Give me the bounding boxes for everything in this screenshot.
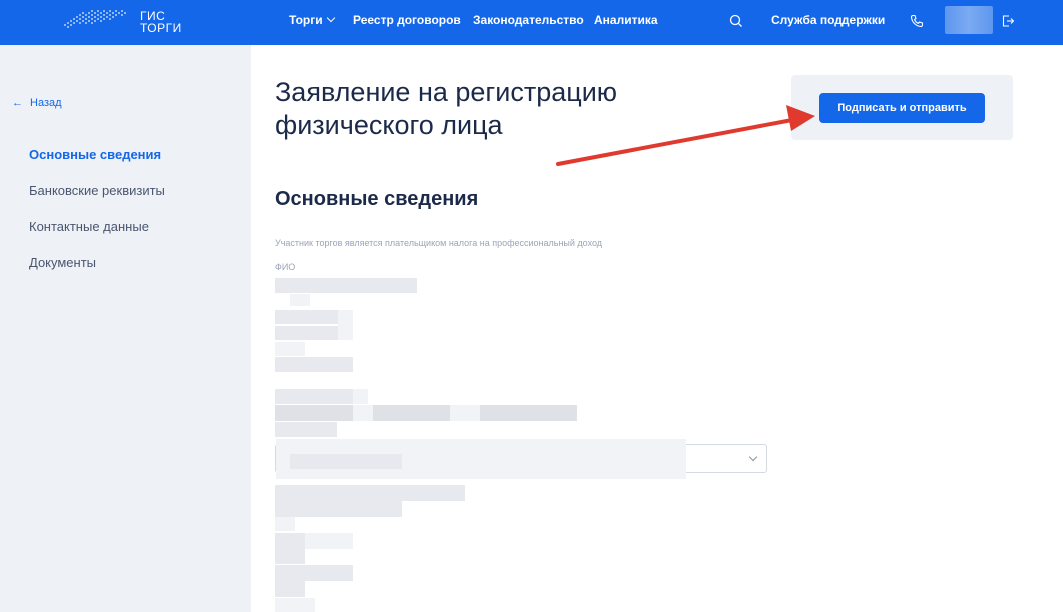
redacted-block bbox=[275, 598, 315, 612]
page-title-line1: Заявление на регистрацию bbox=[275, 77, 618, 107]
redacted-block bbox=[275, 422, 337, 437]
redacted-block bbox=[275, 326, 338, 340]
self-employed-hint: Участник торгов является плательщиком на… bbox=[275, 238, 603, 248]
redacted-block bbox=[338, 310, 353, 340]
redacted-block bbox=[275, 485, 465, 501]
sidebar-item-basic-info[interactable]: Основные сведения bbox=[29, 147, 161, 162]
page-title-line2: физического лица bbox=[275, 110, 503, 140]
fio-label: ФИО bbox=[275, 262, 296, 272]
logo-line2: ТОРГИ bbox=[140, 21, 182, 35]
redacted-block bbox=[275, 581, 305, 597]
section-title: Основные сведения bbox=[275, 188, 479, 210]
nav-legislation[interactable]: Законодательство bbox=[473, 13, 584, 27]
redacted-block bbox=[305, 533, 353, 549]
top-header: ГИС ТОРГИ Торги Реестр договоров Законод… bbox=[0, 0, 1063, 45]
redacted-block bbox=[450, 405, 480, 421]
redacted-block bbox=[353, 389, 368, 404]
arrow-left-icon: ← bbox=[12, 97, 23, 109]
sidebar-item-documents[interactable]: Документы bbox=[29, 255, 96, 270]
redacted-block bbox=[275, 533, 305, 549]
redacted-block bbox=[275, 517, 295, 531]
page-title: Заявление на регистрацию физического лиц… bbox=[275, 76, 735, 142]
redacted-block bbox=[275, 549, 305, 564]
nav-contracts-registry[interactable]: Реестр договоров bbox=[353, 13, 461, 27]
phone-icon[interactable] bbox=[909, 13, 925, 29]
nav-analytics[interactable]: Аналитика bbox=[594, 13, 658, 27]
redacted-block bbox=[290, 294, 310, 306]
logo-text: ГИС ТОРГИ bbox=[140, 10, 182, 34]
redacted-block bbox=[275, 389, 353, 404]
redacted-block bbox=[275, 501, 402, 517]
redacted-block bbox=[275, 565, 353, 581]
sidebar: ← Назад Основные сведения Банковские рекв… bbox=[0, 45, 251, 612]
back-link[interactable]: ← Назад bbox=[12, 97, 62, 109]
redacted-fio-value bbox=[275, 278, 417, 293]
redacted-block bbox=[275, 310, 338, 324]
sidebar-item-bank-details[interactable]: Банковские реквизиты bbox=[29, 183, 165, 198]
dropdown-select[interactable] bbox=[275, 439, 767, 479]
nav-torgi[interactable]: Торги bbox=[289, 13, 335, 27]
support-link[interactable]: Служба поддержки bbox=[771, 13, 885, 27]
logo[interactable]: ГИС ТОРГИ bbox=[62, 6, 192, 38]
redacted-block bbox=[353, 405, 373, 421]
chevron-down-icon bbox=[326, 13, 335, 23]
redacted-select-value bbox=[290, 454, 402, 469]
nav-torgi-label: Торги bbox=[289, 13, 323, 27]
chevron-down-icon bbox=[748, 452, 758, 462]
search-icon[interactable] bbox=[728, 13, 744, 29]
russia-map-logo-icon bbox=[64, 10, 126, 28]
sign-and-send-button[interactable]: Подписать и отправить bbox=[819, 93, 985, 123]
redacted-block bbox=[275, 357, 353, 372]
redacted-block bbox=[275, 342, 305, 356]
redacted-block bbox=[275, 405, 577, 421]
logout-icon[interactable] bbox=[1000, 13, 1016, 29]
user-profile[interactable] bbox=[945, 6, 993, 34]
back-label: Назад bbox=[30, 97, 62, 109]
sidebar-item-contacts[interactable]: Контактные данные bbox=[29, 219, 149, 234]
